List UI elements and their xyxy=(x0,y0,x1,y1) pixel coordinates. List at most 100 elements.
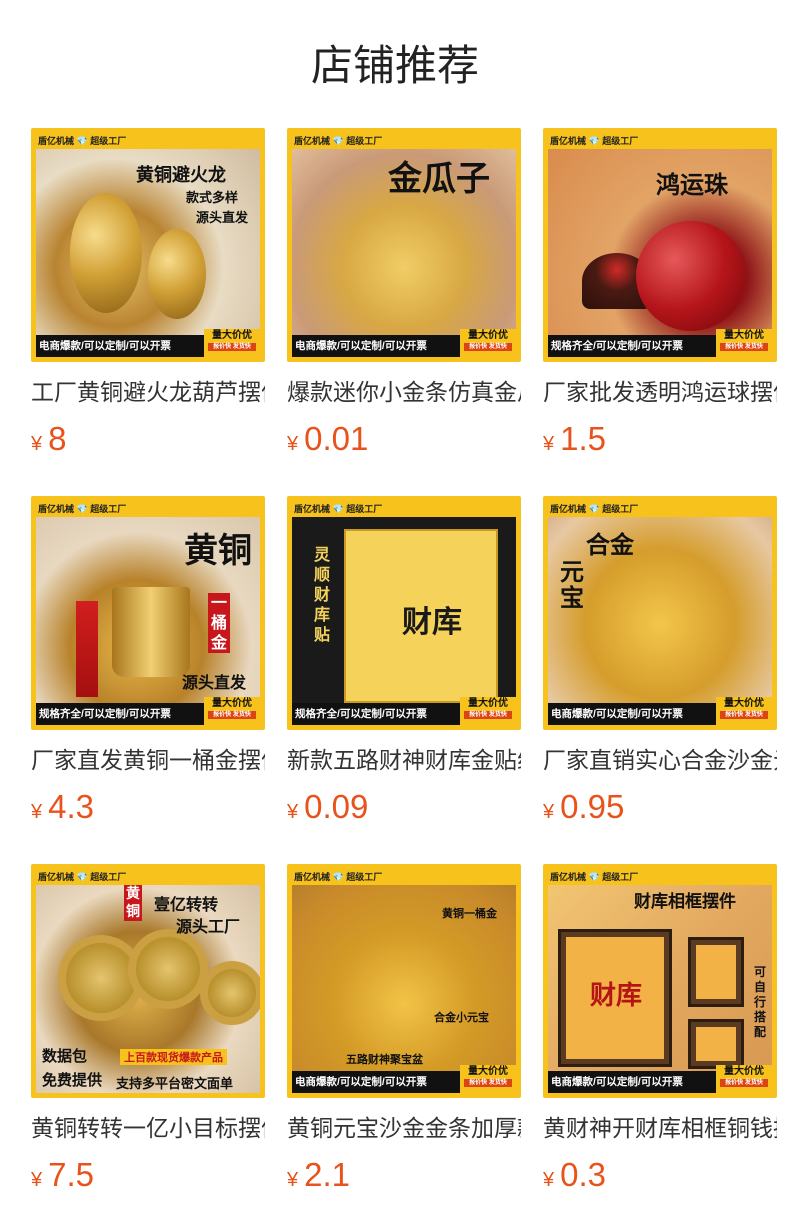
product-price: ¥0.95 xyxy=(543,788,777,826)
overlay-text: 金瓜子 xyxy=(388,159,490,199)
price-badge: 量大价优 报价快 发货快 xyxy=(204,329,260,357)
price-badge: 量大价优 报价快 发货快 xyxy=(460,329,516,357)
product-price: ¥4.3 xyxy=(31,788,265,826)
overlay-text: 五路财神聚宝盆 xyxy=(346,1053,423,1066)
product-title[interactable]: 黄财神开财库相框铜钱摆件 xyxy=(543,1114,777,1144)
product-title[interactable]: 厂家直发黄铜一桶金摆件 xyxy=(31,746,265,776)
product-price: ¥8 xyxy=(31,420,265,458)
currency-symbol: ¥ xyxy=(543,1169,555,1191)
product-image[interactable]: 盾亿机械 💎 超级工厂 鸿运珠 规格齐全/可以定制/可以开票 量大价优 报价快 发… xyxy=(543,128,777,362)
product-image[interactable]: 盾亿机械 💎 超级工厂 灵顺财库贴 财库 规格齐全/可以定制/可以开票 量大价优… xyxy=(287,496,521,730)
currency-symbol: ¥ xyxy=(543,801,555,823)
currency-symbol: ¥ xyxy=(543,433,555,455)
price-value: 0.95 xyxy=(560,788,625,825)
product-card[interactable]: 盾亿机械 💎 超级工厂 灵顺财库贴 财库 规格齐全/可以定制/可以开票 量大价优… xyxy=(287,496,521,864)
product-title[interactable]: 爆款迷你小金条仿真金瓜子 xyxy=(287,378,521,408)
product-price: ¥1.5 xyxy=(543,420,777,458)
product-price: ¥0.09 xyxy=(287,788,521,826)
product-card[interactable]: 盾亿机械 💎 超级工厂 金瓜子 电商爆款/可以定制/可以开票 量大价优 报价快 发… xyxy=(287,128,521,496)
product-title[interactable]: 工厂黄铜避火龙葫芦摆件 xyxy=(31,378,265,408)
currency-symbol: ¥ xyxy=(31,433,43,455)
overlay-text: 支持多平台密文面单 xyxy=(116,1077,234,1092)
gourd-shape xyxy=(70,193,142,313)
overlay-text: 黄铜 xyxy=(124,885,142,921)
product-title[interactable]: 厂家直销实心合金沙金元宝 xyxy=(543,746,777,776)
currency-symbol: ¥ xyxy=(287,1169,299,1191)
overlay-text: 财库相框摆件 xyxy=(634,892,736,912)
overlay-text: 可自行搭配 xyxy=(754,965,767,1039)
price-value: 0.3 xyxy=(560,1156,606,1193)
product-image[interactable]: 盾亿机械 💎 超级工厂 黄铜 壹亿转转 源头工厂 数据包 免费提供 上百款现货爆… xyxy=(31,864,265,1098)
image-top-bar: 盾亿机械 💎 超级工厂 xyxy=(36,869,260,885)
product-price: ¥0.3 xyxy=(543,1156,777,1194)
price-value: 7.5 xyxy=(48,1156,94,1193)
image-top-bar: 盾亿机械 💎 超级工厂 xyxy=(292,869,516,885)
overlay-text: 黄铜一桶金 xyxy=(442,907,497,920)
bottom-bar-text: 电商爆款/可以定制/可以开票 xyxy=(551,1076,683,1088)
red-tassel xyxy=(76,601,98,697)
image-top-bar: 盾亿机械 💎 超级工厂 xyxy=(292,501,516,517)
overlay-text: 合金 xyxy=(586,530,634,559)
image-bottom-bar: 规格齐全/可以定制/可以开票 量大价优 报价快 发货快 xyxy=(548,329,772,357)
overlay-text: 合金小元宝 xyxy=(434,1011,489,1024)
bottom-bar-text: 电商爆款/可以定制/可以开票 xyxy=(551,708,683,720)
price-badge: 量大价优 报价快 发货快 xyxy=(204,697,260,725)
product-card[interactable]: 盾亿机械 💎 超级工厂 黄铜一桶金 合金小元宝 五路财神聚宝盆 电商爆款/可以定… xyxy=(287,864,521,1232)
page-title: 店铺推荐 xyxy=(310,41,479,90)
product-grid: 盾亿机械 💎 超级工厂 黄铜避火龙 款式多样 源头直发 电商爆款/可以定制/可以… xyxy=(31,128,779,1232)
bottom-bar-text: 规格齐全/可以定制/可以开票 xyxy=(295,708,427,720)
overlay-text: 鸿运珠 xyxy=(656,170,728,199)
product-card[interactable]: 盾亿机械 💎 超级工厂 黄铜 壹亿转转 源头工厂 数据包 免费提供 上百款现货爆… xyxy=(31,864,265,1232)
product-image[interactable]: 盾亿机械 💎 超级工厂 合金 元宝 电商爆款/可以定制/可以开票 量大价优 报价快… xyxy=(543,496,777,730)
product-card[interactable]: 盾亿机械 💎 超级工厂 财库相框摆件 财库 可自行搭配 电商爆款/可以定制/可以… xyxy=(543,864,777,1232)
red-ball xyxy=(636,221,746,331)
photo-frame xyxy=(688,937,744,1007)
overlay-text: 数据包 xyxy=(42,1047,88,1065)
currency-symbol: ¥ xyxy=(31,1169,43,1191)
product-title[interactable]: 黄铜元宝沙金金条加厚款 xyxy=(287,1114,521,1144)
overlay-text: 财库 xyxy=(590,981,643,1011)
price-value: 0.09 xyxy=(304,788,369,825)
currency-symbol: ¥ xyxy=(31,801,43,823)
bottom-bar-text: 电商爆款/可以定制/可以开票 xyxy=(39,340,171,352)
currency-symbol: ¥ xyxy=(287,433,299,455)
product-title[interactable]: 厂家批发透明鸿运球摆件 xyxy=(543,378,777,408)
overlay-text: 源头工厂 xyxy=(176,917,241,936)
overlay-text: 上百款现货爆款产品 xyxy=(120,1049,227,1065)
product-card[interactable]: 盾亿机械 💎 超级工厂 鸿运珠 规格齐全/可以定制/可以开票 量大价优 报价快 发… xyxy=(543,128,777,496)
currency-symbol: ¥ xyxy=(287,801,299,823)
overlay-text: 财库 xyxy=(402,605,462,640)
spinner-wheel xyxy=(200,961,260,1025)
image-top-bar: 盾亿机械 💎 超级工厂 xyxy=(36,501,260,517)
product-card[interactable]: 盾亿机械 💎 超级工厂 黄铜 一桶金 源头直发 规格齐全/可以定制/可以开票 量… xyxy=(31,496,265,864)
gold-bucket xyxy=(112,587,190,677)
product-title[interactable]: 新款五路财神财库金贴纸 xyxy=(287,746,521,776)
price-badge: 量大价优 报价快 发货快 xyxy=(716,1065,772,1093)
product-image[interactable]: 盾亿机械 💎 超级工厂 黄铜一桶金 合金小元宝 五路财神聚宝盆 电商爆款/可以定… xyxy=(287,864,521,1098)
overlay-text: 壹亿转转 xyxy=(154,895,219,914)
price-badge: 量大价优 报价快 发货快 xyxy=(460,1065,516,1093)
overlay-text: 灵顺财库贴 xyxy=(314,545,331,644)
price-value: 0.01 xyxy=(304,420,369,457)
bottom-bar-text: 规格齐全/可以定制/可以开票 xyxy=(551,340,683,352)
overlay-text: 黄铜避火龙 xyxy=(136,165,226,186)
product-image[interactable]: 盾亿机械 💎 超级工厂 黄铜 一桶金 源头直发 规格齐全/可以定制/可以开票 量… xyxy=(31,496,265,730)
image-top-bar: 盾亿机械 💎 超级工厂 xyxy=(36,133,260,149)
image-top-bar: 盾亿机械 💎 超级工厂 xyxy=(292,133,516,149)
product-image[interactable]: 盾亿机械 💎 超级工厂 金瓜子 电商爆款/可以定制/可以开票 量大价优 报价快 发… xyxy=(287,128,521,362)
overlay-text: 源头直发 xyxy=(196,211,249,226)
product-image[interactable]: 盾亿机械 💎 超级工厂 黄铜避火龙 款式多样 源头直发 电商爆款/可以定制/可以… xyxy=(31,128,265,362)
product-image[interactable]: 盾亿机械 💎 超级工厂 财库相框摆件 财库 可自行搭配 电商爆款/可以定制/可以… xyxy=(543,864,777,1098)
image-top-bar: 盾亿机械 💎 超级工厂 xyxy=(548,501,772,517)
image-bottom-bar: 规格齐全/可以定制/可以开票 量大价优 报价快 发货快 xyxy=(36,697,260,725)
image-bottom-bar: 电商爆款/可以定制/可以开票 量大价优 报价快 发货快 xyxy=(292,1065,516,1093)
product-card[interactable]: 盾亿机械 💎 超级工厂 合金 元宝 电商爆款/可以定制/可以开票 量大价优 报价快… xyxy=(543,496,777,864)
product-card[interactable]: 盾亿机械 💎 超级工厂 黄铜避火龙 款式多样 源头直发 电商爆款/可以定制/可以… xyxy=(31,128,265,496)
price-badge: 量大价优 报价快 发货快 xyxy=(716,697,772,725)
product-title[interactable]: 黄铜转转一亿小目标摆件 xyxy=(31,1114,265,1144)
image-bottom-bar: 电商爆款/可以定制/可以开票 量大价优 报价快 发货快 xyxy=(36,329,260,357)
price-value: 8 xyxy=(48,420,67,457)
product-price: ¥2.1 xyxy=(287,1156,521,1194)
price-badge: 量大价优 报价快 发货快 xyxy=(716,329,772,357)
overlay-text: 源头直发 xyxy=(182,673,247,692)
